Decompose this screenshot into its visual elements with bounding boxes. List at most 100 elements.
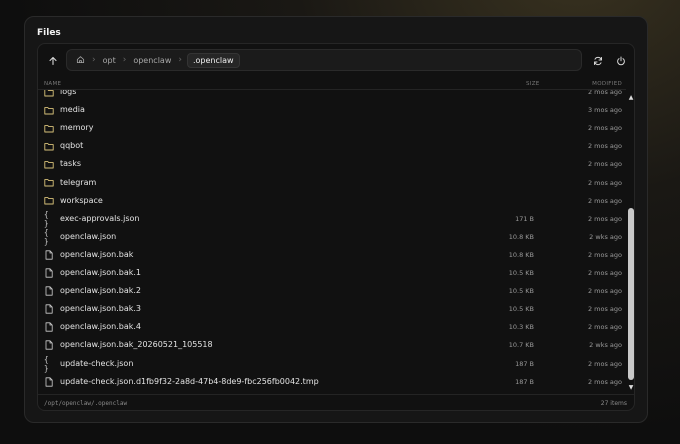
file-name: media [60, 105, 85, 115]
table-row[interactable]: qqbot 2 mos ago [38, 137, 626, 155]
table-row[interactable]: logs 2 mos ago [38, 90, 626, 101]
home-icon [76, 55, 85, 63]
file-size: 187 B [515, 359, 534, 368]
column-size[interactable]: SIZE [526, 81, 540, 87]
file-modified: 2 mos ago [587, 250, 622, 259]
file-modified: 2 mos ago [587, 269, 622, 277]
toolbar: › opt › openclaw › .openclaw [38, 44, 634, 78]
item-count: 27 items [600, 400, 627, 407]
file-modified: 2 mos ago [587, 124, 622, 133]
status-bar: /opt/openclaw/.openclaw 27 items [38, 394, 634, 410]
file-modified: 2 mos ago [587, 178, 622, 187]
arrow-up-icon [49, 56, 57, 66]
refresh-button[interactable] [589, 52, 607, 70]
table-row[interactable]: openclaw.json.bak.4 10.3 KB 2 mos ago [38, 318, 626, 336]
column-modified[interactable]: MODIFIED [592, 81, 622, 87]
file-name: memory [60, 123, 94, 133]
file-name: workspace [60, 195, 103, 205]
file-size: 171 B [515, 214, 534, 223]
file-name: qqbot [60, 141, 84, 151]
column-name[interactable]: NAME [44, 81, 61, 87]
file-size: 10.8 KB [508, 232, 534, 241]
file-name: exec-approvals.json [60, 213, 140, 223]
json-file-icon: { } [44, 209, 49, 228]
breadcrumb: › opt › openclaw › .openclaw [66, 49, 582, 71]
file-name: openclaw.json [60, 231, 117, 241]
file-modified: 3 mos ago [587, 106, 622, 115]
file-icon [44, 376, 54, 387]
folder-icon [44, 141, 54, 151]
table-row[interactable]: workspace 2 mos ago [38, 192, 626, 210]
folder-icon [44, 123, 54, 133]
breadcrumb-item-current[interactable]: .openclaw [186, 52, 240, 68]
folder-icon [44, 196, 54, 206]
up-button[interactable] [44, 52, 62, 70]
breadcrumb-item-openclaw[interactable]: openclaw [131, 56, 173, 65]
table-row[interactable]: openclaw.json.bak.2 10.5 KB 2 mos ago [38, 282, 626, 300]
file-name: logs [60, 90, 77, 96]
chevron-right-icon: › [178, 55, 182, 65]
table-row[interactable]: { } update-check.json 187 B 2 mos ago [38, 355, 626, 373]
table-row[interactable]: telegram 2 mos ago [38, 174, 626, 192]
file-size: 10.8 KB [508, 250, 534, 259]
scroll-thumb[interactable] [628, 208, 634, 380]
file-modified: 2 wks ago [589, 341, 622, 350]
file-icon [44, 340, 54, 350]
file-modified: 2 mos ago [587, 323, 622, 332]
file-size: 10.5 KB [508, 305, 534, 314]
files-panel: Files › opt › openclaw › .openclaw NAME … [24, 16, 648, 423]
file-modified: 2 mos ago [587, 287, 622, 296]
column-header: NAME SIZE MODIFIED [38, 78, 626, 90]
file-modified: 2 mos ago [587, 90, 622, 96]
table-row[interactable]: media 3 mos ago [38, 101, 626, 119]
file-modified: 2 wks ago [589, 232, 622, 241]
file-size: 10.7 KB [508, 341, 534, 350]
table-row[interactable]: { } exec-approvals.json 171 B 2 mos ago [38, 210, 626, 228]
file-name: openclaw.json.bak.3 [60, 304, 141, 314]
table-row[interactable]: memory 2 mos ago [38, 119, 626, 137]
folder-icon [44, 178, 54, 188]
file-size: 10.3 KB [508, 323, 534, 332]
file-modified: 2 mos ago [587, 142, 622, 151]
scrollbar[interactable]: ▲ ▼ [626, 90, 634, 394]
chevron-right-icon: › [122, 55, 127, 65]
file-list: logs 2 mos ago media 3 mos ago memory 2 mos a… [38, 90, 626, 394]
file-icon [44, 286, 54, 296]
file-name: tasks [60, 159, 82, 169]
table-row[interactable]: openclaw.json.bak 10.8 KB 2 mos ago [38, 246, 626, 264]
scroll-down-icon[interactable]: ▼ [627, 384, 634, 392]
chevron-right-icon: › [92, 55, 96, 65]
file-modified: 2 mos ago [587, 214, 622, 223]
file-icon [44, 304, 54, 314]
file-size: 10.5 KB [508, 287, 534, 296]
power-button[interactable] [612, 52, 630, 70]
table-row[interactable]: openclaw.json.bak.3 10.5 KB 2 mos ago [38, 300, 626, 318]
folder-icon [44, 159, 54, 169]
file-modified: 2 mos ago [587, 160, 622, 169]
file-icon [44, 250, 54, 260]
power-icon [617, 56, 625, 66]
file-icon [44, 322, 54, 332]
json-file-icon: { } [44, 227, 49, 246]
breadcrumb-home[interactable] [74, 55, 87, 66]
file-name: telegram [60, 177, 97, 187]
file-size: 10.5 KB [508, 269, 534, 277]
scroll-up-icon[interactable]: ▲ [627, 94, 634, 102]
table-row[interactable]: openclaw.json.bak.1 10.5 KB 2 mos ago [38, 264, 626, 282]
table-row[interactable]: tasks 2 mos ago [38, 155, 626, 173]
file-name: update-check.json [60, 358, 134, 368]
panel-title: Files [37, 28, 61, 38]
breadcrumb-item-opt[interactable]: opt [101, 56, 118, 65]
file-name: openclaw.json.bak.4 [60, 322, 141, 332]
folder-icon [44, 90, 54, 97]
file-modified: 2 mos ago [587, 305, 622, 314]
file-size: 187 B [515, 377, 534, 386]
folder-icon [44, 105, 54, 115]
table-row[interactable]: update-check.json.d1fb9f32-2a8d-47b4-8de… [38, 373, 626, 391]
table-row[interactable]: openclaw.json.bak_20260521_105518 10.7 KB… [38, 336, 626, 354]
file-name: openclaw.json.bak.2 [60, 286, 141, 296]
json-file-icon: { } [44, 354, 49, 373]
table-row[interactable]: { } openclaw.json 10.8 KB 2 wks ago [38, 228, 626, 246]
file-name: openclaw.json.bak_20260521_105518 [60, 340, 213, 350]
refresh-icon [594, 56, 602, 66]
